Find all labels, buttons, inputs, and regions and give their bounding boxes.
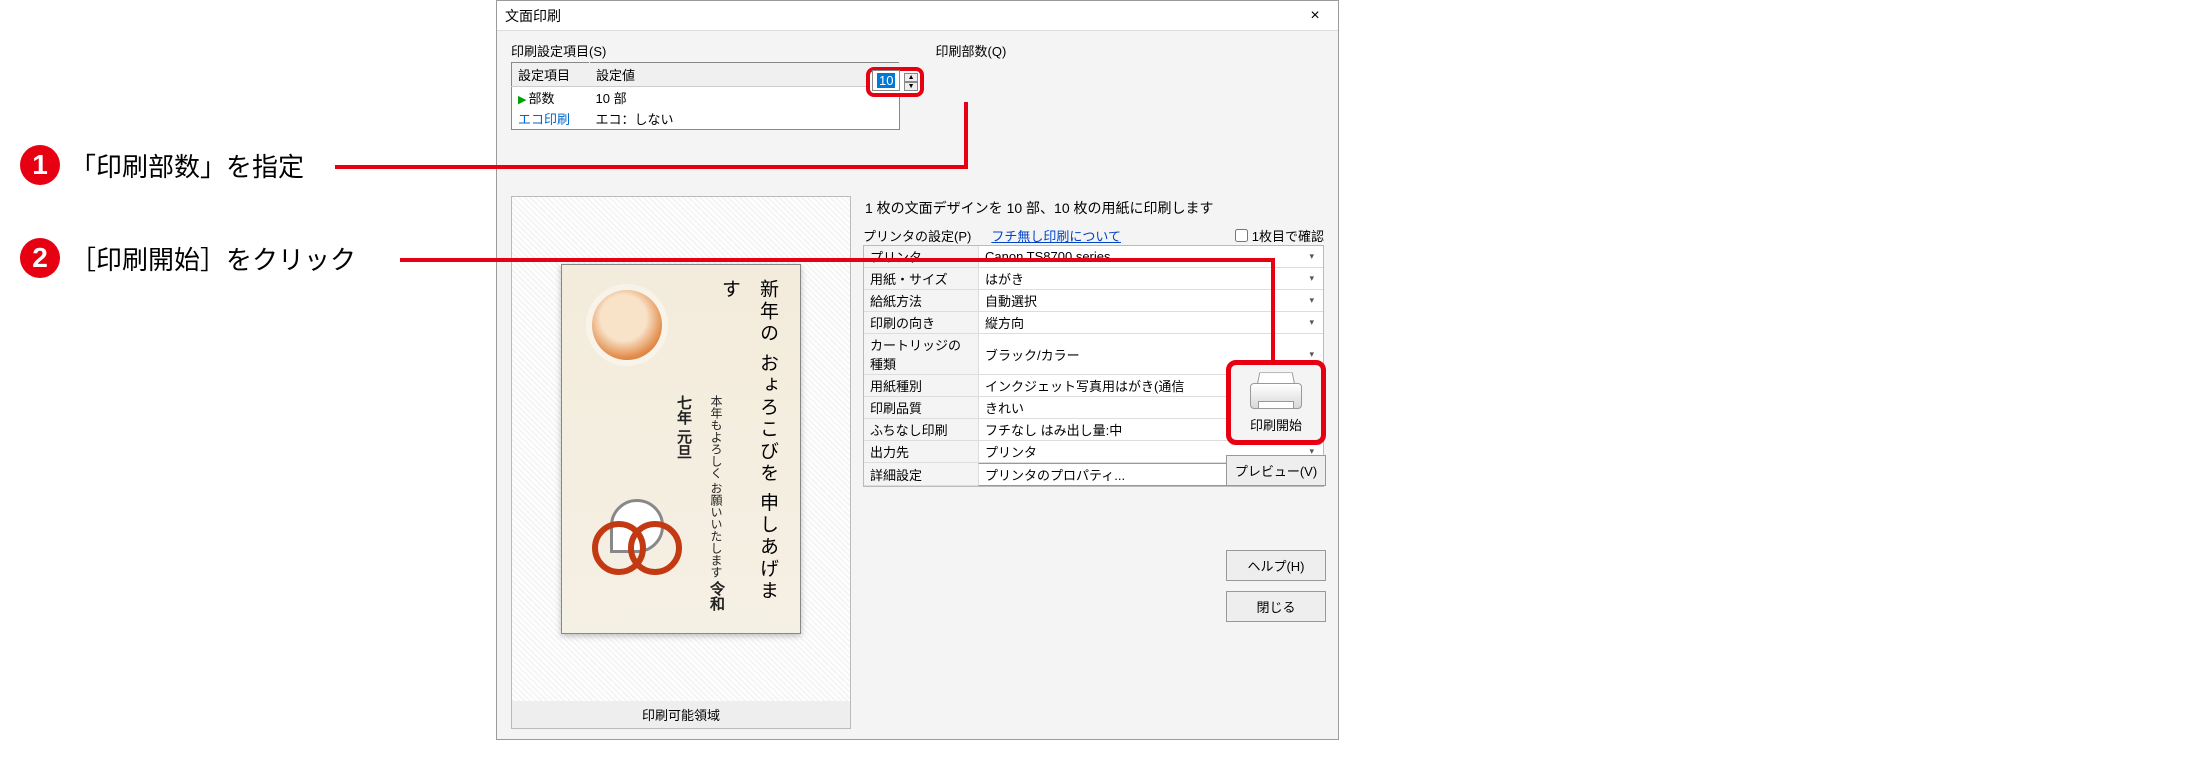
chevron-down-icon[interactable]: ▾ bbox=[1306, 295, 1317, 306]
print-settings-section: 印刷設定項目(S) 設定項目 設定値 部数 10 部 エコ印刷 エコ：しない bbox=[511, 41, 900, 130]
dialog-title: 文面印刷 bbox=[505, 6, 1300, 26]
confirm-first-page-checkbox[interactable]: 1枚目で確認 bbox=[1235, 226, 1324, 245]
confirm-checkbox-input[interactable] bbox=[1235, 229, 1248, 242]
printer-config-header: プリンタの設定(P) フチ無し印刷について 1枚目で確認 bbox=[863, 226, 1324, 245]
preview-button[interactable]: プレビュー(V) bbox=[1226, 455, 1326, 486]
cfg-v-paper[interactable]: はがき▾ bbox=[978, 268, 1323, 290]
titlebar: 文面印刷 × bbox=[497, 1, 1338, 31]
cfg-k-quality: 印刷品質 bbox=[864, 397, 978, 419]
chevron-down-icon[interactable]: ▾ bbox=[1306, 273, 1317, 284]
cfg-k-borderless: ふちなし印刷 bbox=[864, 419, 978, 441]
copies-section: 印刷部数(Q) bbox=[936, 41, 1325, 130]
cfg-k-paper: 用紙・サイズ bbox=[864, 268, 978, 290]
close-button[interactable]: × bbox=[1300, 5, 1330, 27]
print-summary: 1 枚の文面デザインを 10 部、10 枚の用紙に印刷します bbox=[863, 196, 1324, 220]
borderless-print-link[interactable]: フチ無し印刷について bbox=[991, 226, 1121, 245]
cfg-v-feed[interactable]: 自動選択▾ bbox=[978, 290, 1323, 312]
cfg-k-output: 出力先 bbox=[864, 441, 978, 463]
settings-row-eco[interactable]: エコ印刷 エコ：しない bbox=[512, 108, 900, 130]
sun-icon bbox=[592, 290, 662, 360]
printer-settings-label: プリンタの設定(P) bbox=[863, 226, 971, 245]
settings-header-name: 設定項目 bbox=[512, 63, 590, 87]
spinner-up-icon[interactable]: ▲ bbox=[904, 73, 918, 82]
cfg-k-orientation: 印刷の向き bbox=[864, 312, 978, 334]
action-column: 印刷開始 プレビュー(V) ヘルプ(H) 閉じる bbox=[1226, 360, 1326, 622]
settings-label: 印刷設定項目(S) bbox=[511, 41, 900, 60]
callout-text-1: 「印刷部数」を指定 bbox=[70, 147, 304, 184]
cfg-k-feed: 給紙方法 bbox=[864, 290, 978, 312]
callout-badge-1: 1 bbox=[20, 145, 60, 185]
help-button[interactable]: ヘルプ(H) bbox=[1226, 550, 1326, 581]
close-dialog-button[interactable]: 閉じる bbox=[1226, 591, 1326, 622]
print-start-label: 印刷開始 bbox=[1250, 415, 1302, 434]
copies-input-highlight: 10 ▲ ▼ bbox=[866, 67, 924, 97]
callout-badge-2: 2 bbox=[20, 238, 60, 278]
cfg-k-cartridge: カートリッジの種類 bbox=[864, 334, 978, 375]
chevron-down-icon[interactable]: ▾ bbox=[1306, 251, 1317, 262]
cfg-v-orientation[interactable]: 縦方向▾ bbox=[978, 312, 1323, 334]
postcard-preview: 新年の おょろこびを 申しあげます 本年もよろしく お願いいたします 令和七年 … bbox=[561, 264, 801, 634]
copies-label: 印刷部数(Q) bbox=[936, 41, 1325, 60]
callout-text-2: ［印刷開始］をクリック bbox=[70, 240, 356, 277]
cfg-v-printer[interactable]: Canon TS8700 series▾ bbox=[978, 246, 1323, 268]
callout-1: 1 「印刷部数」を指定 bbox=[20, 145, 304, 185]
callout-2: 2 ［印刷開始］をクリック bbox=[20, 238, 356, 278]
settings-row-copies[interactable]: 部数 10 部 bbox=[512, 87, 900, 109]
printer-icon bbox=[1248, 371, 1304, 415]
spinner-down-icon[interactable]: ▼ bbox=[904, 82, 918, 91]
copies-input[interactable]: 10 bbox=[872, 70, 900, 91]
settings-table[interactable]: 設定項目 設定値 部数 10 部 エコ印刷 エコ：しない bbox=[511, 62, 900, 130]
preview-canvas: 新年の おょろこびを 申しあげます 本年もよろしく お願いいたします 令和七年 … bbox=[512, 197, 850, 701]
print-start-button[interactable]: 印刷開始 bbox=[1226, 360, 1326, 445]
cfg-k-printer: プリンタ bbox=[864, 246, 978, 268]
preview-footer-label: 印刷可能領域 bbox=[512, 701, 850, 728]
greeting-sub: 本年もよろしく お願いいたします 令和七年 元旦 bbox=[666, 395, 732, 613]
cfg-k-detail: 詳細設定 bbox=[864, 463, 978, 486]
copies-spinner[interactable]: ▲ ▼ bbox=[904, 73, 918, 91]
preview-pane: 新年の おょろこびを 申しあげます 本年もよろしく お願いいたします 令和七年 … bbox=[511, 196, 851, 729]
settings-header-value: 設定値 bbox=[590, 63, 900, 87]
cfg-k-papertype: 用紙種別 bbox=[864, 375, 978, 397]
print-dialog: 文面印刷 × 印刷設定項目(S) 設定項目 設定値 部数 10 部 エコ印刷 bbox=[496, 0, 1339, 740]
chevron-down-icon[interactable]: ▾ bbox=[1306, 349, 1317, 360]
chevron-down-icon[interactable]: ▾ bbox=[1306, 317, 1317, 328]
